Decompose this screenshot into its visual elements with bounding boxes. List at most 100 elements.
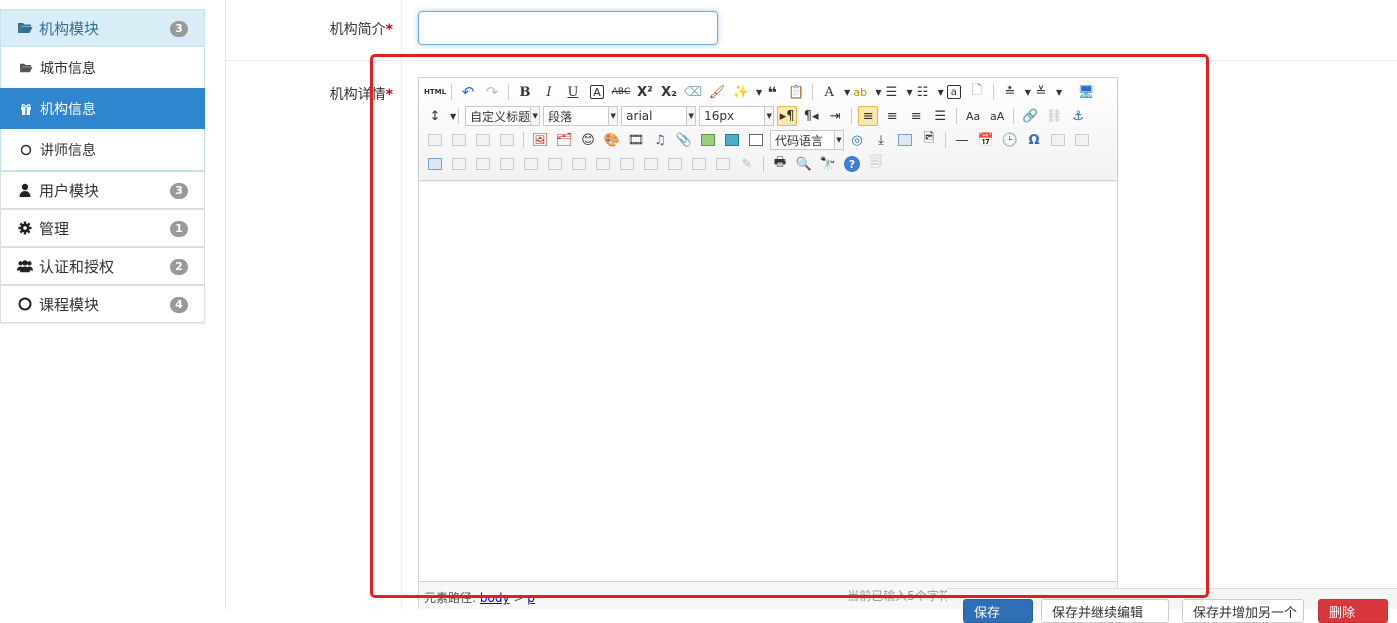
element-path-p-link[interactable]: p xyxy=(527,591,535,605)
web-app-icon[interactable]: ◎ xyxy=(847,130,867,150)
save-add-button[interactable]: 保存并增加另一个 xyxy=(1182,599,1304,623)
insert-video-icon[interactable]: 🎞 xyxy=(626,130,646,150)
print-icon[interactable]: 🖶 xyxy=(770,154,790,174)
image-float-right-icon[interactable] xyxy=(473,130,493,150)
ordered-list-icon[interactable]: ☰ xyxy=(881,82,901,102)
brief-input[interactable] xyxy=(418,11,718,45)
save-continue-button[interactable]: 保存并继续编辑 xyxy=(1041,599,1169,623)
italic-icon[interactable]: I xyxy=(539,82,559,102)
highlight-color-icon[interactable]: ab xyxy=(850,82,870,102)
split-cols-icon[interactable] xyxy=(713,154,733,174)
font-color-icon[interactable]: A xyxy=(819,82,839,102)
undo-icon[interactable]: ↶ xyxy=(458,82,478,102)
multi-image-icon[interactable]: 🗂 xyxy=(554,130,574,150)
chevron-down-icon[interactable]: ▼ xyxy=(450,112,456,121)
fullscreen-icon[interactable]: 🖥 xyxy=(1076,82,1096,102)
split-rows-icon[interactable] xyxy=(689,154,709,174)
strikethrough-icon[interactable]: ABC xyxy=(611,82,631,102)
to-lowercase-icon[interactable]: aA xyxy=(987,106,1007,126)
align-center-icon[interactable]: ≡ xyxy=(882,106,902,126)
insert-table-icon[interactable] xyxy=(425,154,445,174)
google-map-icon[interactable] xyxy=(722,130,742,150)
insert-row-icon[interactable] xyxy=(497,154,517,174)
code-language-select[interactable]: 代码语言 ▼ xyxy=(770,130,844,150)
paste-plain-icon[interactable]: 📋 xyxy=(786,82,806,102)
image-float-left-icon[interactable] xyxy=(449,130,469,150)
insert-paragraph-before-table-icon[interactable] xyxy=(473,154,493,174)
redo-icon[interactable]: ↷ xyxy=(482,82,502,102)
split-cells-icon[interactable] xyxy=(665,154,685,174)
sidebar-item-teacher[interactable]: 讲师信息 xyxy=(0,129,205,171)
blockquote-icon[interactable]: ❝ xyxy=(762,82,782,102)
snap-screen-icon[interactable] xyxy=(1048,130,1068,150)
align-justify-icon[interactable]: ☰ xyxy=(930,106,950,126)
horizontal-rule-icon[interactable]: — xyxy=(952,130,972,150)
help-icon[interactable]: ? xyxy=(844,156,860,172)
editor-content-area[interactable] xyxy=(419,182,1117,580)
underline-icon[interactable]: U xyxy=(563,82,583,102)
eraser-icon[interactable]: ⌫ xyxy=(683,82,703,102)
link-icon[interactable]: 🔗 xyxy=(1020,106,1040,126)
format-brush-icon[interactable]: 🖌 xyxy=(707,82,727,102)
auto-format-icon[interactable]: ✨ xyxy=(731,82,751,102)
scrawl-icon[interactable]: 🎨 xyxy=(602,130,622,150)
font-family-select[interactable]: arial ▼ xyxy=(621,106,697,126)
emotion-icon[interactable]: 😊 xyxy=(578,130,598,150)
chevron-down-icon[interactable]: ▼ xyxy=(906,88,912,97)
background-icon[interactable]: 🖻 xyxy=(919,130,939,150)
special-chars-icon[interactable]: Ω xyxy=(1024,130,1044,150)
align-left-icon[interactable]: ≡ xyxy=(858,106,879,126)
sidebar-group-org[interactable]: 机构模块 3 xyxy=(0,9,205,47)
insert-frame-icon[interactable] xyxy=(746,130,766,150)
search-replace-icon[interactable]: 🔭 xyxy=(818,154,838,174)
delete-row-icon[interactable] xyxy=(521,154,541,174)
bold-icon[interactable]: B xyxy=(515,82,535,102)
line-height-icon[interactable]: ↕ xyxy=(425,106,445,126)
delete-col-icon[interactable] xyxy=(569,154,589,174)
delete-table-icon[interactable] xyxy=(449,154,469,174)
insert-image-icon[interactable]: 🖼 xyxy=(530,130,550,150)
merge-down-icon[interactable] xyxy=(641,154,661,174)
rtl-direction-icon[interactable]: ¶◂ xyxy=(801,106,821,126)
unordered-list-icon[interactable]: ☷ xyxy=(913,82,933,102)
merge-cells-icon[interactable] xyxy=(593,154,613,174)
indent-icon[interactable]: ⇥ xyxy=(825,106,845,126)
superscript-icon[interactable]: X² xyxy=(635,82,655,102)
align-right-icon[interactable]: ≡ xyxy=(906,106,926,126)
font-border-icon[interactable]: A xyxy=(590,85,604,99)
subscript-icon[interactable]: X₂ xyxy=(659,82,679,102)
image-center-icon[interactable] xyxy=(497,130,517,150)
delete-button[interactable]: 删除 xyxy=(1318,599,1388,623)
unlink-icon[interactable]: ⛓ xyxy=(1044,106,1064,126)
chart-icon[interactable]: ✎ xyxy=(737,154,757,174)
sidebar-item-org-info[interactable]: 机构信息 xyxy=(0,88,205,129)
sidebar-group-course[interactable]: 课程模块 4 xyxy=(0,285,205,323)
chevron-down-icon[interactable]: ▼ xyxy=(1056,88,1062,97)
pagebreak-icon[interactable]: ⤓ xyxy=(871,130,891,150)
to-uppercase-icon[interactable]: Aa xyxy=(963,106,983,126)
template-icon[interactable] xyxy=(895,130,915,150)
paragraph-select[interactable]: 段落 ▼ xyxy=(543,106,619,126)
row-spacing-top-icon[interactable]: ≛ xyxy=(1000,82,1020,102)
sidebar-group-auth[interactable]: 认证和授权 2 xyxy=(0,247,205,285)
anchor-icon[interactable]: ⚓ xyxy=(1068,106,1088,126)
word-image-icon[interactable] xyxy=(1072,130,1092,150)
sidebar-item-city[interactable]: 城市信息 xyxy=(0,47,205,88)
image-float-none-icon[interactable] xyxy=(425,130,445,150)
sidebar-group-manage[interactable]: 管理 1 xyxy=(0,209,205,247)
font-size-select[interactable]: 16px ▼ xyxy=(699,106,775,126)
preview-icon[interactable]: 🔍 xyxy=(794,154,814,174)
merge-right-icon[interactable] xyxy=(617,154,637,174)
chevron-down-icon[interactable]: ▼ xyxy=(938,88,944,97)
clear-doc-icon[interactable]: 🗋 xyxy=(967,82,987,102)
map-icon[interactable] xyxy=(698,130,718,150)
date-icon[interactable]: 📅 xyxy=(976,130,996,150)
row-spacing-bottom-icon[interactable]: ≚ xyxy=(1031,82,1051,102)
drafts-icon[interactable]: 🗐 xyxy=(866,154,886,174)
custom-title-select[interactable]: 自定义标题 ▼ xyxy=(465,106,541,126)
save-button[interactable]: 保存 xyxy=(963,599,1033,623)
attachment-icon[interactable]: 📎 xyxy=(674,130,694,150)
html-source-button[interactable]: HTML xyxy=(424,82,446,102)
select-all-icon[interactable]: a xyxy=(946,85,961,99)
element-path-body-link[interactable]: body xyxy=(480,591,510,605)
